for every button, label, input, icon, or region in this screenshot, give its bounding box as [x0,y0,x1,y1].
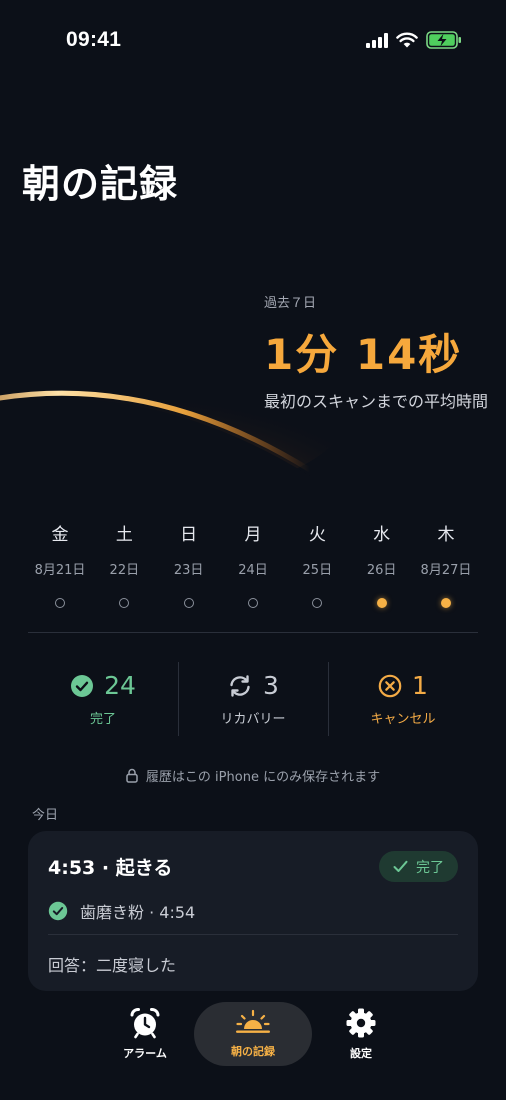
task-text: 歯磨き粉 · 4:54 [80,903,196,922]
tab-settings-label: 設定 [350,1047,372,1060]
day-date: 23日 [173,563,204,578]
day-status-dot [440,598,451,608]
privacy-text: 履歴はこの iPhone にのみ保存されます [145,770,381,785]
section-label-today: 今日 [32,808,59,823]
day-status-dot [183,598,194,608]
day-column[interactable]: 月 24日 [221,520,285,608]
day-date: 8月27日 [420,563,472,578]
tab-alarm-label: アラーム [123,1047,167,1060]
day-column[interactable]: 金 8月21日 [28,520,92,608]
day-column[interactable]: 火 25日 [285,520,349,608]
day-name: 木 [437,525,455,545]
status-icons [366,31,462,49]
check-circle-icon [48,901,68,921]
lock-icon [126,768,138,783]
day-name: 月 [244,525,262,545]
alarm-clock-icon [130,1008,160,1039]
recovery-count: 3 [263,671,279,700]
stat-completed: 24 完了 [28,662,178,736]
completed-label: 完了 [89,712,116,727]
summary-average-time: 1分 14秒 [264,330,463,379]
day-column[interactable]: 木 8月27日 [414,520,478,608]
day-status-dot [312,598,323,608]
day-column[interactable]: 水 26日 [350,520,414,608]
day-date: 25日 [302,563,333,578]
day-column[interactable]: 土 22日 [92,520,156,608]
cellular-signal-icon [366,32,388,48]
tab-morning-log-label: 朝の記録 [231,1045,275,1058]
day-date: 24日 [238,563,268,578]
day-date: 26日 [366,563,397,578]
task-row: 歯磨き粉 · 4:54 [48,899,195,923]
tab-alarm[interactable]: アラーム [86,1002,204,1066]
recovery-label: リカバリー [220,712,286,727]
stats-row: 24 完了 3 リカバリー 1 キャンセル [28,662,478,736]
status-badge: 完了 [379,851,458,882]
tab-settings[interactable]: 設定 [302,1002,420,1066]
morning-record-card[interactable]: 4:53 · 起きる 完了 歯磨き粉 · 4:54 回答：二度寝した [28,831,478,991]
status-badge-label: 完了 [416,859,444,876]
tab-morning-log[interactable]: 朝の記録 [194,1002,312,1066]
page-title: 朝の記録 [22,162,179,206]
day-name: 水 [373,525,391,545]
cancelled-label: キャンセル [370,712,436,727]
check-circle-icon [71,674,94,697]
answer-text: 回答：二度寝した [48,956,177,975]
summary-period-label: 過去７日 [264,296,317,311]
refresh-icon [230,674,250,697]
average-summary: 過去７日 1分 14秒 最初のスキャンまでの平均時間 [264,292,494,414]
completed-count: 24 [104,671,136,700]
day-date: 8月21日 [34,563,86,578]
battery-charging-icon [426,31,461,49]
cancelled-count: 1 [412,671,428,700]
day-status-dot [247,598,258,608]
card-divider [48,934,458,935]
day-status-dot [119,598,130,608]
week-calendar: 金 8月21日 土 22日 日 23日 月 24日 火 25日 水 26日 木 … [28,520,478,608]
stat-cancelled: 1 キャンセル [328,662,478,736]
day-name: 火 [308,525,326,545]
checkmark-icon [393,860,408,872]
day-column[interactable]: 日 23日 [157,520,221,608]
privacy-note: 履歴はこの iPhone にのみ保存されます [0,766,506,785]
day-name: 日 [180,525,198,545]
record-title: 4:53 · 起きる [48,857,173,879]
wifi-icon [396,32,418,48]
day-status-dot [55,598,65,608]
sunrise-icon [236,1009,270,1033]
summary-description: 最初のスキャンまでの平均時間 [264,392,489,411]
day-date: 22日 [109,563,140,578]
tab-bar: アラーム 朝の記録 設定 [0,990,506,1100]
status-time: 09:41 [66,28,122,51]
day-name: 土 [115,525,133,545]
day-status-dot [376,598,387,608]
stat-recovery: 3 リカバリー [178,662,328,736]
gear-icon [346,1008,376,1038]
x-circle-icon [378,674,402,697]
app-screen: 09:41 朝の記録 過去７日 1分 14秒 最初のスキャンまでの平均時間 金 … [0,0,506,1100]
day-name: 金 [51,525,69,545]
section-divider [28,632,478,633]
status-bar: 09:41 [0,0,506,84]
